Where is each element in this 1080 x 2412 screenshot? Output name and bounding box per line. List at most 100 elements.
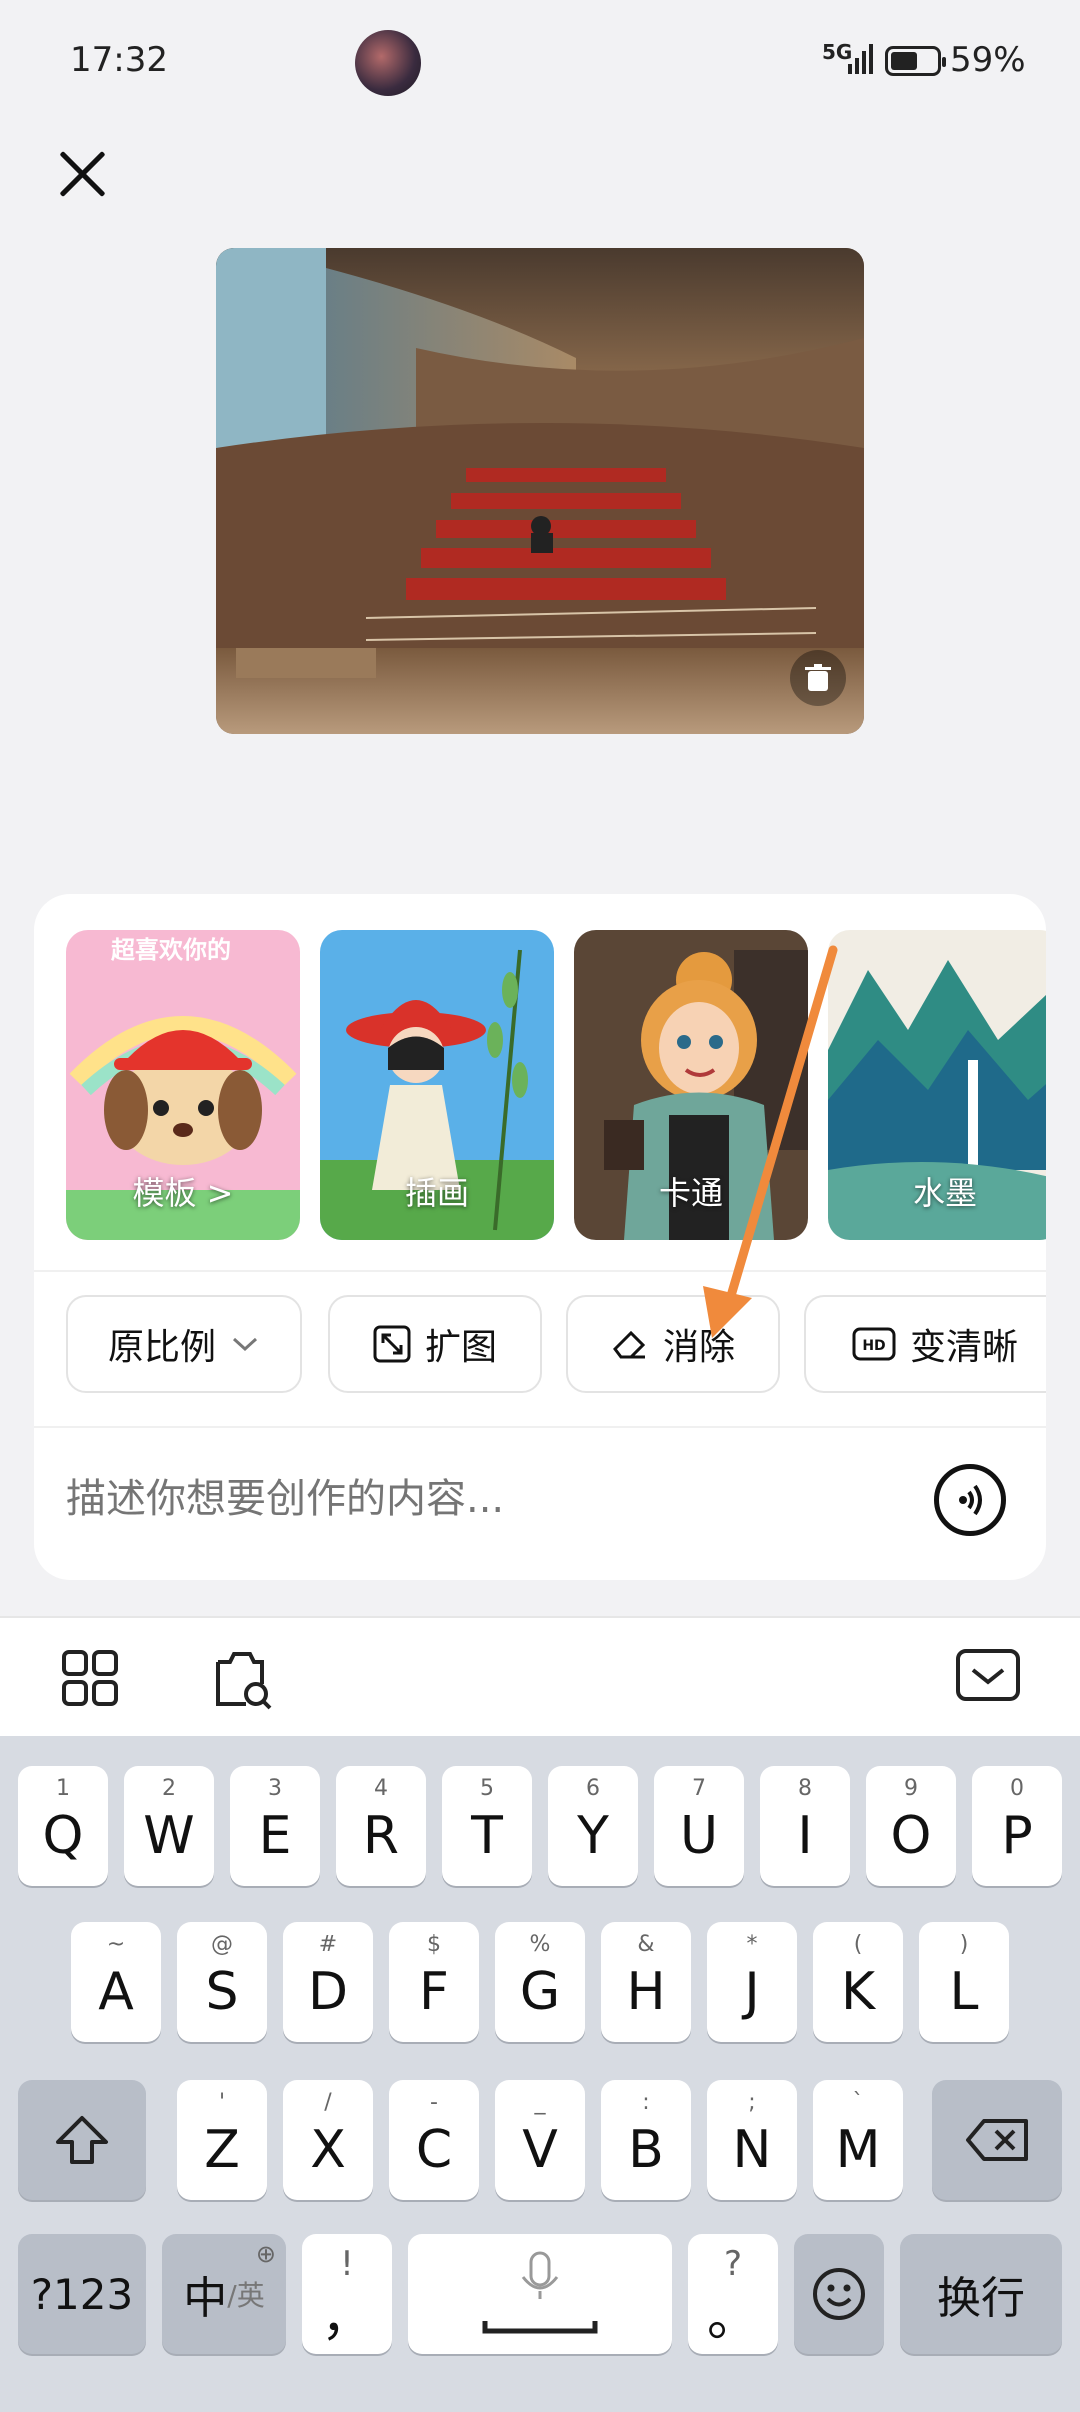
key-f[interactable]: $ F — [389, 1922, 479, 2042]
key-y[interactable]: 6Y — [548, 1766, 638, 1886]
language-switch-key[interactable]: 中/英 ⊕ — [162, 2234, 286, 2354]
hide-keyboard-icon[interactable] — [955, 1648, 1021, 1704]
key-alt-label: - — [430, 2090, 438, 2115]
key-alt-label: 4 — [374, 1776, 388, 1801]
key-label: S — [205, 1962, 239, 2022]
key-j[interactable]: * J — [707, 1922, 797, 2042]
key-alt-label: ( — [853, 1932, 863, 1957]
key-label: I — [797, 1806, 813, 1866]
key-label: W — [143, 1806, 195, 1866]
language-sub-label: /英 — [227, 2279, 265, 2312]
key-label: U — [679, 1806, 719, 1866]
key-alt-label: 0 — [1010, 1776, 1024, 1801]
key-label: B — [628, 2120, 664, 2180]
key-alt-label: 1 — [56, 1776, 70, 1801]
key-u[interactable]: 7U — [654, 1766, 744, 1886]
soft-keyboard: 1Q2W3E4R5T6Y7U8I9O0P ~ A @ S # D $ F% G & H * J(K) L … — [0, 1736, 1080, 2412]
emoji-key[interactable] — [794, 2234, 884, 2354]
key-s[interactable]: @ S — [177, 1922, 267, 2042]
key-e[interactable]: 3E — [230, 1766, 320, 1886]
key-label: J — [744, 1962, 760, 2022]
key-alt-label: 3 — [268, 1776, 282, 1801]
key-t[interactable]: 5T — [442, 1766, 532, 1886]
key-b[interactable]: :B — [601, 2080, 691, 2200]
backspace-key[interactable] — [932, 2080, 1062, 2200]
key-label: X — [310, 2120, 346, 2180]
period-alt: ? — [723, 2244, 743, 2284]
key-label: V — [522, 2120, 558, 2180]
enter-key[interactable]: 换行 — [900, 2234, 1062, 2354]
key-label: R — [362, 1806, 400, 1866]
key-w[interactable]: 2W — [124, 1766, 214, 1886]
key-alt-label: 7 — [692, 1776, 706, 1801]
key-label: G — [519, 1962, 561, 2022]
period-label: 。 — [706, 2287, 759, 2348]
key-g[interactable]: % G — [495, 1922, 585, 2042]
shift-icon — [56, 2116, 108, 2164]
keyboard-toolbar — [0, 1616, 1080, 1736]
backspace-icon — [966, 2119, 1028, 2161]
key-r[interactable]: 4R — [336, 1766, 426, 1886]
comma-key[interactable]: ! ， — [302, 2234, 392, 2354]
key-m[interactable]: ` M — [813, 2080, 903, 2200]
key-x[interactable]: / X — [283, 2080, 373, 2200]
key-label: P — [1001, 1806, 1033, 1866]
globe-icon: ⊕ — [255, 2240, 276, 2268]
key-n[interactable]: ; N — [707, 2080, 797, 2200]
key-o[interactable]: 9O — [866, 1766, 956, 1886]
image-search-icon[interactable] — [210, 1648, 274, 1712]
comma-alt: ! — [340, 2244, 354, 2284]
key-d[interactable]: # D — [283, 1922, 373, 2042]
key-alt-label: ) — [959, 1932, 969, 1957]
key-label: Q — [42, 1806, 84, 1866]
space-key[interactable] — [408, 2234, 672, 2354]
key-alt-label: $ — [427, 1932, 441, 1957]
grid-icon[interactable] — [60, 1648, 120, 1708]
key-alt-label: # — [318, 1932, 338, 1957]
key-alt-label: ' — [218, 2090, 226, 2115]
numbers-key[interactable]: ?123 — [18, 2234, 146, 2354]
key-h[interactable]: & H — [601, 1922, 691, 2042]
key-alt-label: 5 — [480, 1776, 494, 1801]
key-label: K — [840, 1962, 876, 2022]
language-label: 中 — [183, 2273, 228, 2324]
key-v[interactable]: _ V — [495, 2080, 585, 2200]
key-q[interactable]: 1Q — [18, 1766, 108, 1886]
key-l[interactable]: ) L — [919, 1922, 1009, 2042]
key-label: O — [890, 1806, 932, 1866]
key-label: T — [471, 1806, 503, 1866]
key-alt-label: 6 — [586, 1776, 600, 1801]
key-label: F — [419, 1962, 449, 2022]
comma-label: ， — [320, 2287, 373, 2348]
microphone-icon — [482, 2251, 598, 2334]
key-alt-label: _ — [534, 2090, 546, 2115]
key-label: H — [626, 1962, 666, 2022]
key-alt-label: ` — [852, 2090, 864, 2115]
key-label: N — [732, 2120, 772, 2180]
key-label: C — [415, 2120, 453, 2180]
key-z[interactable]: ' Z — [177, 2080, 267, 2200]
key-label: Z — [204, 2120, 240, 2180]
key-label: D — [307, 1962, 349, 2022]
key-alt-label: ; — [748, 2090, 756, 2115]
key-alt-label: / — [324, 2090, 332, 2115]
key-p[interactable]: 0P — [972, 1766, 1062, 1886]
period-key[interactable]: ? 。 — [688, 2234, 778, 2354]
emoji-icon — [813, 2268, 865, 2320]
key-c[interactable]: -C — [389, 2080, 479, 2200]
key-alt-label: : — [642, 2090, 650, 2115]
key-alt-label: ~ — [106, 1932, 126, 1957]
key-label: A — [98, 1962, 134, 2022]
key-alt-label: 2 — [162, 1776, 176, 1801]
key-k[interactable]: (K — [813, 1922, 903, 2042]
key-alt-label: & — [637, 1932, 655, 1957]
key-alt-label: * — [746, 1932, 758, 1957]
shift-key[interactable] — [18, 2080, 146, 2200]
key-i[interactable]: 8I — [760, 1766, 850, 1886]
key-a[interactable]: ~ A — [71, 1922, 161, 2042]
key-label: L — [949, 1962, 979, 2022]
key-alt-label: % — [529, 1932, 551, 1957]
key-label: Y — [577, 1806, 609, 1866]
key-label: E — [258, 1806, 292, 1866]
key-alt-label: @ — [211, 1932, 233, 1957]
